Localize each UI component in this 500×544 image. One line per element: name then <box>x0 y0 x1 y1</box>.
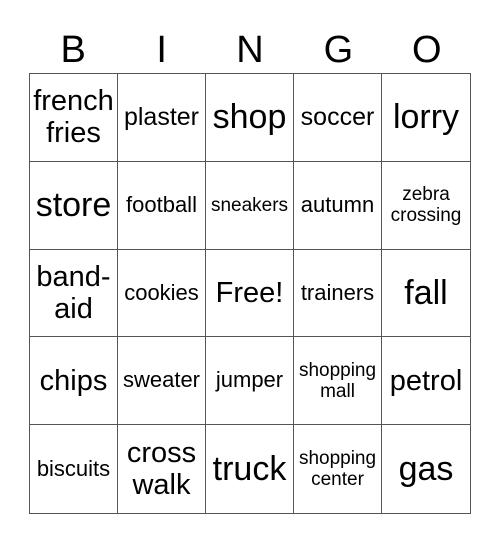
bingo-cell[interactable]: truck <box>206 425 294 513</box>
cell-label: sweater <box>122 367 201 393</box>
cell-label: trainers <box>300 279 375 305</box>
bingo-cell[interactable]: gas <box>382 425 470 513</box>
bingo-cell[interactable]: fall <box>382 250 470 338</box>
bingo-cell[interactable]: zebra crossing <box>382 162 470 250</box>
cell-label: lorry <box>392 98 460 137</box>
cell-label: truck <box>212 450 287 489</box>
bingo-cell[interactable]: cookies <box>118 249 206 338</box>
bingo-cell[interactable]: lorry <box>382 74 470 162</box>
header-letter-n: N <box>236 29 264 71</box>
bingo-cell[interactable]: store <box>30 161 118 250</box>
cell-label: biscuits <box>36 455 111 481</box>
bingo-cell[interactable]: biscuits <box>30 425 118 513</box>
cell-label: band-aid <box>36 260 111 325</box>
bingo-cell[interactable]: trainers <box>294 249 382 338</box>
bingo-cell[interactable]: shopping mall <box>294 337 382 426</box>
bingo-cell[interactable]: plaster <box>118 74 206 162</box>
bingo-cell[interactable]: cross walk <box>118 425 206 513</box>
bingo-cell[interactable]: band-aid <box>30 249 118 338</box>
cell-label: sneakers <box>210 194 289 216</box>
cell-label: store <box>35 186 112 225</box>
cell-label: french fries <box>33 84 114 150</box>
cell-label: shop <box>212 98 287 137</box>
bingo-cell[interactable]: sneakers <box>206 161 294 250</box>
bingo-cell[interactable]: petrol <box>382 337 470 426</box>
cell-label: cross walk <box>126 436 197 502</box>
cell-label: Free! <box>215 276 284 309</box>
cell-label: zebra crossing <box>390 183 462 227</box>
cell-label: chips <box>39 364 108 397</box>
header-letter-g: G <box>323 29 354 71</box>
cell-label: autumn <box>300 191 375 217</box>
free-space-cell[interactable]: Free! <box>206 249 294 338</box>
cell-label: cookies <box>124 279 199 305</box>
cell-label: shopping center <box>298 447 377 491</box>
bingo-cell[interactable]: shop <box>206 74 294 162</box>
bingo-cell[interactable]: soccer <box>294 74 382 162</box>
bingo-cell[interactable]: french fries <box>30 74 118 162</box>
bingo-cell[interactable]: chips <box>30 337 118 426</box>
header-letter-b: B <box>60 29 86 71</box>
bingo-grid: french fries plaster shop soccer lorry store f… <box>29 73 471 514</box>
bingo-cell[interactable]: autumn <box>294 161 382 250</box>
cell-label: football <box>126 191 197 217</box>
bingo-cell[interactable]: jumper <box>206 337 294 426</box>
bingo-header: B I N G O <box>29 28 471 72</box>
cell-label: shopping mall <box>298 359 377 402</box>
header-letter-o: O <box>412 29 442 71</box>
cell-label: jumper <box>215 367 284 393</box>
cell-label: soccer <box>300 103 375 132</box>
cell-label: fall <box>404 273 448 312</box>
bingo-cell[interactable]: sweater <box>118 337 206 426</box>
cell-label: petrol <box>389 364 463 397</box>
header-letter-i: I <box>156 29 167 71</box>
bingo-cell[interactable]: shopping center <box>294 425 382 513</box>
bingo-cell[interactable]: football <box>118 161 206 250</box>
cell-label: gas <box>398 450 454 489</box>
cell-label: plaster <box>123 103 200 132</box>
